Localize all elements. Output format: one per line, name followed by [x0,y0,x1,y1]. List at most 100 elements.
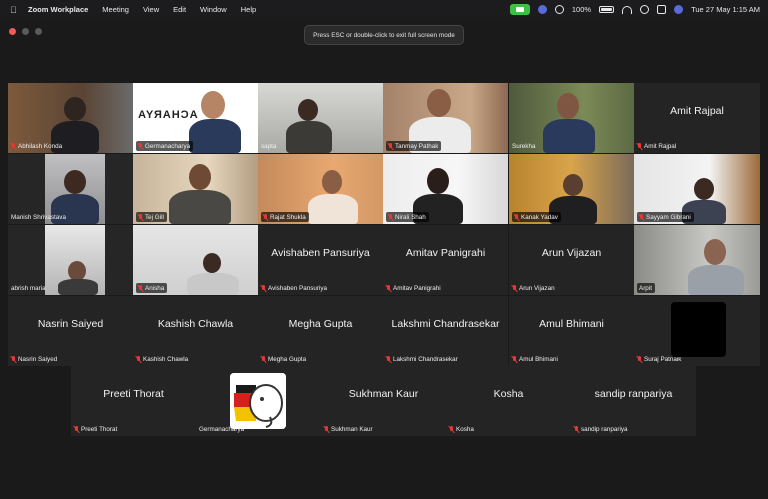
participant-tile[interactable]: Kashish Chawla Kashish Chawla [133,296,258,366]
participant-display-name: Nasrin Saiyed [37,318,104,330]
participant-tile[interactable]: Megha Gupta Megha Gupta [258,296,383,366]
participant-name: Amit Rajpal [637,141,676,151]
menu-window[interactable]: Window [200,5,227,14]
germanacharya-avatar-logo [230,373,286,429]
participant-name: sapta [261,142,277,150]
search-icon[interactable] [640,5,650,14]
participant-tile-active-speaker[interactable]: Surekha [509,83,634,153]
menu-help[interactable]: Help [241,5,256,14]
menu-edit[interactable]: Edit [173,5,186,14]
mic-muted-icon [386,284,391,292]
participant-tile[interactable]: Nirali Shah [383,154,508,224]
apple-icon[interactable]:  [10,5,20,15]
participant-tile[interactable]: sandip ranpariya sandip ranpariya [571,366,696,436]
mic-muted-icon [261,355,266,363]
participant-tile[interactable]: Kosha Kosha [446,366,571,436]
control-center-icon[interactable] [657,5,667,14]
participant-tile[interactable]: Kanak Yadav [509,154,634,224]
participant-name: Anisha [136,283,168,293]
participant-name: Kosha [449,424,474,434]
participant-name: Nasrin Saiyed [11,354,57,364]
participant-tile[interactable]: sapta [258,83,383,153]
mic-muted-icon [138,142,143,150]
participant-tile[interactable]: Rajat Shukla [258,154,383,224]
participant-tile[interactable]: Anisha [133,225,258,295]
participant-display-name: Sukhman Kaur [348,388,419,400]
wifi-icon[interactable] [622,5,633,14]
participant-tile[interactable]: Sayyam Gibrani [634,154,760,224]
participant-display-name: Lakshmi Chandrasekar [391,318,500,330]
mic-muted-icon [263,213,268,221]
participant-display-name: Kashish Chawla [157,318,234,330]
participant-name: Amul Bhimani [512,354,558,364]
participant-name: Manish Shrivastava [11,213,66,221]
participant-tile[interactable]: Avishaben Pansuriya Avishaben Pansuriya [258,225,383,295]
participant-name: Abhilash Konda [11,141,62,151]
datetime[interactable]: Tue 27 May 1:15 AM [691,5,760,14]
user-avatar-icon[interactable] [537,5,547,14]
mic-muted-icon [388,142,393,150]
participant-tile[interactable]: Abhilash Konda [8,83,133,153]
close-button[interactable] [9,28,16,35]
mic-muted-icon [11,355,16,363]
siri-icon[interactable] [674,5,684,14]
participant-tile[interactable]: Amul Bhimani Amul Bhimani [509,296,634,366]
participant-display-name: Amit Rajpal [670,105,724,117]
participant-name: Tanmay Pathak [386,141,442,151]
participant-tile[interactable]: Manish Shrivastava [8,154,133,224]
battery-icon[interactable] [599,6,615,13]
mic-muted-icon [261,284,266,292]
participant-tile[interactable]: abrish maria [8,225,133,295]
participant-tile[interactable]: Arpit [634,225,760,295]
elephant-flag-icon [230,373,286,429]
mic-muted-icon [388,213,393,221]
participant-name: Arpit [637,283,655,293]
participant-tile[interactable]: Lakshmi Chandrasekar Lakshmi Chandraseka… [383,296,508,366]
participant-name: Surekha [512,142,536,150]
mic-muted-icon [514,213,519,221]
participant-name: Lakshmi Chandrasekar [386,354,458,364]
fullscreen-button[interactable] [35,28,42,35]
participant-name: sandip ranpariya [574,424,628,434]
mic-muted-icon [639,213,644,221]
fullscreen-tooltip: Press ESC or double-click to exit full s… [304,25,464,45]
participant-name: Tej Gill [136,212,167,222]
logo-text: ACHARYA [137,109,198,121]
app-menu[interactable]: Zoom Workplace [28,5,88,14]
mic-muted-icon [449,425,454,433]
menu-meeting[interactable]: Meeting [102,5,129,14]
participant-name: Kanak Yadav [512,212,561,222]
participant-display-name: Avishaben Pansuriya [271,247,370,259]
participant-display-name: Preeti Thorat [103,388,164,400]
play-icon[interactable] [554,5,564,14]
participant-name: Germanacharya [136,141,194,151]
participant-tile[interactable]: Tej Gill [133,154,258,224]
zoom-video-status-icon[interactable] [509,4,530,15]
participant-name: Arun Vijazan [512,283,555,293]
participant-tile[interactable]: Nasrin Saiyed Nasrin Saiyed [8,296,133,366]
mic-muted-icon [574,425,579,433]
participant-tile[interactable]: Amitav Panigrahi Amitav Panigrahi [383,225,508,295]
mic-muted-icon [74,425,79,433]
participant-display-name: Arun Vijazan [541,247,602,259]
participant-name: Rajat Shukla [261,212,309,222]
participant-display-name: Kosha [493,388,524,400]
mic-muted-icon [11,142,16,150]
mic-muted-icon [637,142,642,150]
menu-bar:  Zoom Workplace Meeting View Edit Windo… [0,0,768,19]
participant-name: abrish maria [11,284,46,292]
participant-display-name: Amul Bhimani [539,318,604,330]
mic-muted-icon [637,355,642,363]
participant-tile[interactable]: Amit Rajpal Amit Rajpal [634,83,760,153]
participant-tile[interactable]: Tanmay Pathak [383,83,508,153]
participant-display-name: sandip ranpariya [594,388,673,400]
battery-percent: 100% [571,5,592,14]
participant-tile[interactable]: Sukhman Kaur Sukhman Kaur [321,366,446,436]
minimize-button[interactable] [22,28,29,35]
participant-tile[interactable]: Preeti Thorat Preeti Thorat [71,366,196,436]
participant-display-name: Amitav Panigrahi [405,247,486,259]
menu-view[interactable]: View [143,5,159,14]
participant-tile[interactable]: ACHARYA Germanacharya [133,83,258,153]
participant-tile[interactable]: Arun Vijazan Arun Vijazan [509,225,634,295]
mic-muted-icon [512,355,517,363]
